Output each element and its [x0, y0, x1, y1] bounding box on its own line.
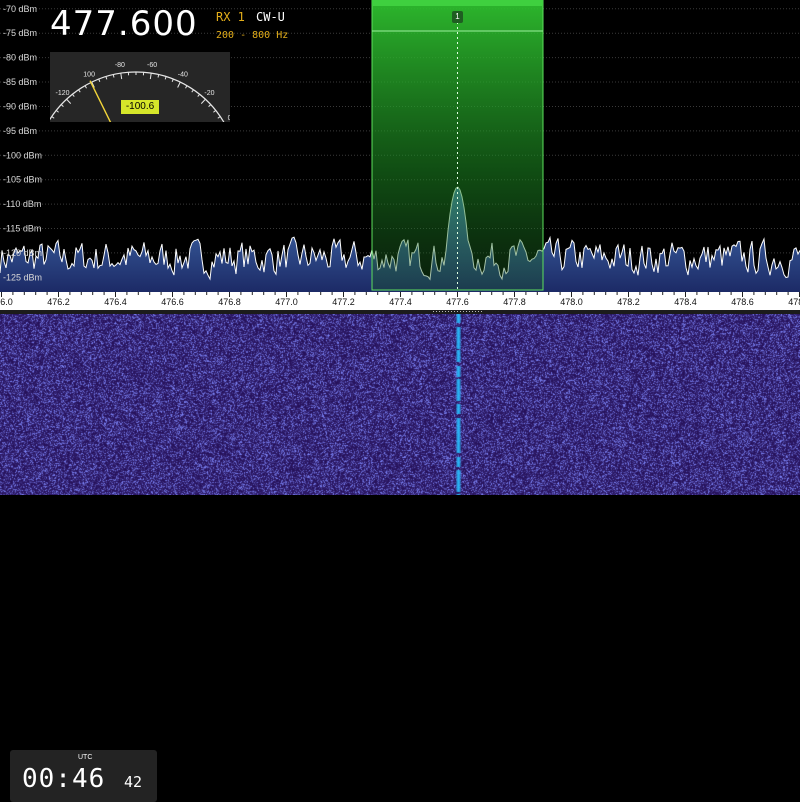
vfo-id-badge[interactable]: 1 — [452, 11, 463, 23]
receiver-label[interactable]: RX 1 — [216, 10, 245, 24]
meter-tick — [56, 110, 58, 112]
meter-tick — [165, 77, 166, 80]
mode-label[interactable]: CW-U — [256, 10, 285, 24]
meter-scale-label: 0 — [228, 115, 230, 122]
meter-tick — [192, 90, 194, 92]
dbm-label: -125 dBm — [3, 272, 42, 282]
clock-hours-minutes: 00:46 — [22, 764, 105, 794]
bandwidth-label[interactable]: 200 - 800 Hz — [216, 30, 288, 41]
meter-tick — [99, 79, 100, 82]
dbm-label: -80 dBm — [3, 53, 37, 63]
meter-scale-label: -80 — [115, 62, 125, 69]
vfo-handle[interactable] — [372, 0, 543, 6]
meter-tick — [150, 73, 151, 79]
meter-scale-label: -40 — [178, 72, 188, 79]
meter-scale-label: 100 — [83, 72, 95, 79]
frequency-tick-label: 478.6 — [731, 297, 754, 307]
dbm-scale: -70 dBm -75 dBm -80 dBm -85 dBm -90 dBm -95 d… — [3, 4, 42, 283]
meter-tick — [158, 75, 159, 78]
spectrum-display[interactable]: -70 dBm -75 dBm -80 dBm -85 dBm -90 dBm -95 d… — [0, 0, 800, 292]
meter-tick — [85, 86, 87, 89]
meter-tick — [106, 77, 107, 80]
frequency-tick-label: 477.8 — [503, 297, 526, 307]
meter-needle — [90, 81, 114, 122]
clock-seconds: 42 — [124, 773, 142, 791]
dbm-label: -115 dBm — [3, 224, 41, 234]
frequency-tick-label: 477.0 — [275, 297, 298, 307]
frequency-tick-label: 476.4 — [104, 297, 127, 307]
meter-arc — [50, 72, 224, 122]
frequency-tick-label: 477.6 — [446, 297, 469, 307]
meter-tick — [67, 99, 71, 103]
meter-tick — [213, 110, 215, 112]
meter-scale-label: -60 — [147, 62, 157, 69]
dbm-label: -90 dBm — [3, 101, 37, 111]
meter-tick — [113, 75, 114, 78]
s-meter-readout: -100.6 — [121, 100, 159, 114]
frequency-tick-label: 478.8 — [788, 297, 800, 307]
frequency-tick-label: 476.2 — [47, 297, 70, 307]
frequency-tick-label: 478.4 — [674, 297, 697, 307]
frequency-scale: 476.0 476.2 476.4 476.6 476.8 477.0 477.2 477.4… — [0, 292, 800, 310]
meter-tick — [201, 99, 205, 103]
dbm-label: -100 dBm — [3, 150, 42, 160]
dbm-label: -75 dBm — [3, 28, 37, 38]
frequency-tick-label: 476.0 — [0, 297, 13, 307]
s-meter: -140-120100-80-60-40-200 -100.6 — [50, 52, 230, 122]
meter-tick — [61, 105, 63, 107]
frequency-tick-label: 477.4 — [389, 297, 412, 307]
meter-tick — [52, 117, 54, 119]
meter-scale-label: -20 — [204, 90, 214, 97]
frequency-tick-label: 477.2 — [332, 297, 355, 307]
waterfall-display[interactable]: UTC 00:46 42 — [0, 314, 800, 495]
meter-tick — [121, 73, 122, 79]
meter-tick — [172, 79, 173, 82]
dbm-label: -105 dBm — [3, 175, 42, 185]
vfo-passband[interactable] — [372, 0, 543, 290]
frequency-axis[interactable]: 476.0 476.2 476.4 476.6 476.8 477.0 477.2 477.4… — [0, 292, 800, 310]
meter-tick — [178, 82, 181, 87]
meter-tick — [198, 94, 200, 96]
dbm-label: -110 dBm — [3, 199, 41, 209]
frequency-readout[interactable]: 477.600 — [50, 2, 198, 46]
meter-tick — [218, 117, 220, 119]
frequency-tick-label: 478.2 — [617, 297, 640, 307]
sdr-receiver-window: -70 dBm -75 dBm -80 dBm -85 dBm -90 dBm -95 d… — [0, 0, 800, 495]
meter-tick — [186, 86, 188, 89]
dbm-label: -85 dBm — [3, 77, 37, 87]
frequency-tick-label: 478.0 — [560, 297, 583, 307]
dbm-label: -70 dBm — [3, 4, 37, 14]
meter-tick — [79, 90, 81, 92]
meter-tick — [72, 94, 74, 96]
clock-timezone: UTC — [78, 754, 92, 761]
utc-clock: UTC 00:46 42 — [10, 750, 157, 802]
dbm-label: -95 dBm — [3, 126, 37, 136]
waterfall-canvas[interactable] — [0, 314, 800, 495]
frequency-tick-label: 476.6 — [161, 297, 184, 307]
frequency-tick-label: 476.8 — [218, 297, 241, 307]
meter-scale-label: -120 — [56, 90, 70, 97]
meter-tick — [209, 105, 211, 107]
dbm-label: -120 dBm — [3, 248, 42, 258]
